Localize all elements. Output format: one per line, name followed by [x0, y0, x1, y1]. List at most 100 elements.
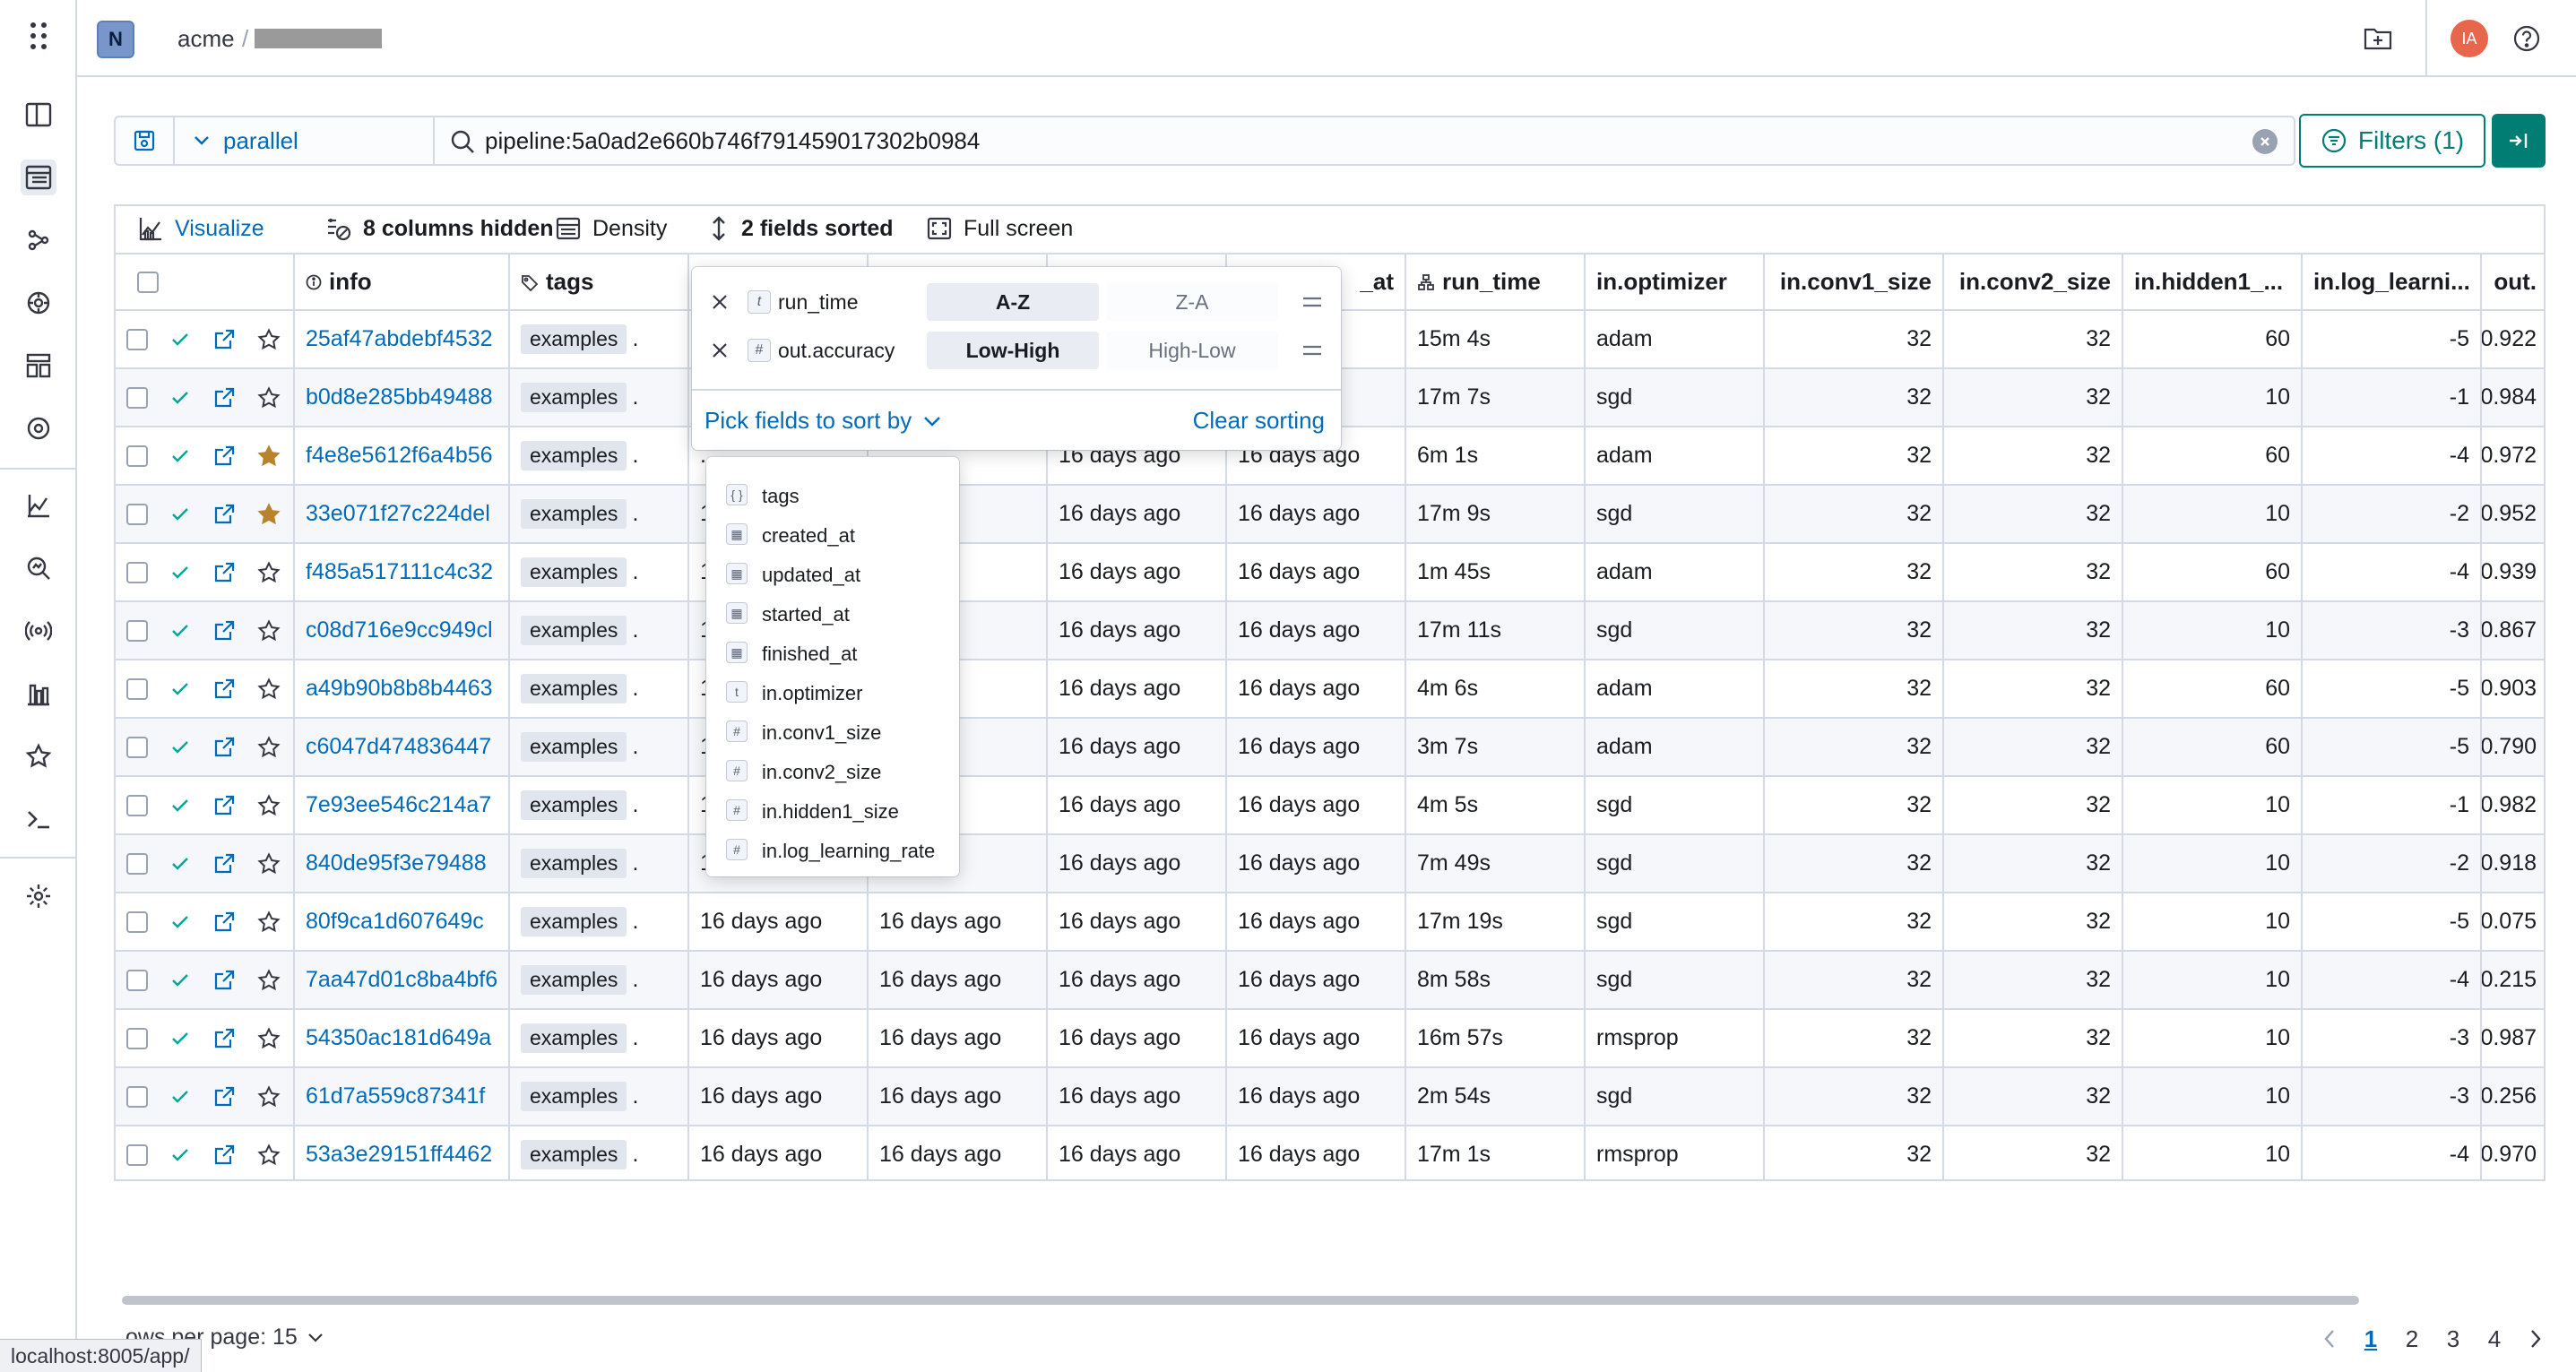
user-avatar[interactable]: IA: [2451, 20, 2488, 57]
field-option[interactable]: # in.conv2_size: [706, 751, 959, 790]
column-header-info[interactable]: info: [295, 255, 510, 309]
star-outline-icon[interactable]: [257, 1143, 281, 1167]
clear-sorting-link[interactable]: Clear sorting: [1193, 407, 1325, 435]
panels-icon[interactable]: [21, 97, 56, 133]
row-select-checkbox[interactable]: [126, 619, 148, 642]
clear-search-icon[interactable]: [2252, 129, 2278, 154]
column-header-out[interactable]: out.: [2482, 255, 2544, 309]
field-option[interactable]: # in.log_learning_rate: [706, 830, 959, 869]
table-row[interactable]: 33e071f27c224delexamples.1ago16 days ago…: [116, 486, 2544, 544]
table-view-icon[interactable]: [21, 160, 56, 195]
new-folder-icon[interactable]: [2357, 18, 2399, 59]
cell-id[interactable]: 54350ac181d649a: [295, 1010, 510, 1066]
tag-badge[interactable]: examples: [521, 557, 627, 587]
broadcast-icon[interactable]: [21, 613, 56, 649]
field-option[interactable]: ▦ started_at: [706, 593, 959, 633]
terminal-icon[interactable]: [21, 801, 56, 837]
table-row[interactable]: a49b90b8b8b4463examples.1ago16 days ago1…: [116, 660, 2544, 719]
cell-id[interactable]: 33e071f27c224del: [295, 486, 510, 542]
star-outline-icon[interactable]: [257, 560, 281, 584]
select-all-checkbox[interactable]: [137, 271, 159, 293]
reports-icon[interactable]: [21, 676, 56, 712]
next-page-icon[interactable]: [2515, 1328, 2556, 1350]
sort-asc-toggle[interactable]: Low-High: [927, 332, 1099, 369]
filters-button[interactable]: Filters (1): [2299, 114, 2485, 168]
drag-handle-icon[interactable]: [1301, 292, 1323, 312]
tag-badge[interactable]: examples: [521, 849, 627, 878]
row-select-checkbox[interactable]: [126, 910, 148, 933]
cell-id[interactable]: f485a517111c4c32: [295, 544, 510, 600]
cell-id[interactable]: c08d716e9cc949cl: [295, 602, 510, 659]
settings-gear-icon[interactable]: [21, 878, 56, 914]
column-header-hidden1-size[interactable]: in.hidden1_...: [2123, 255, 2303, 309]
table-row[interactable]: 54350ac181d649a examples. 16 days ago 16 da…: [116, 1010, 2544, 1068]
open-external-icon[interactable]: [212, 736, 236, 759]
open-external-icon[interactable]: [212, 794, 236, 817]
column-header-optimizer[interactable]: in.optimizer: [1586, 255, 1765, 309]
horizontal-scrollbar[interactable]: [122, 1296, 2359, 1305]
tag-badge[interactable]: examples: [521, 383, 627, 412]
column-header-tags[interactable]: tags: [510, 255, 689, 309]
open-external-icon[interactable]: [212, 969, 236, 992]
dashboard-icon[interactable]: [21, 348, 56, 384]
column-header-run-time[interactable]: run_time: [1406, 255, 1586, 309]
row-select-checkbox[interactable]: [126, 1027, 148, 1049]
search-input[interactable]: [485, 121, 2224, 160]
row-select-checkbox[interactable]: [126, 852, 148, 875]
star-outline-icon[interactable]: [257, 677, 281, 701]
monitoring-icon[interactable]: [21, 410, 56, 446]
favorites-icon[interactable]: [21, 738, 56, 774]
explore-icon[interactable]: [21, 550, 56, 586]
breadcrumb-project-redacted[interactable]: [255, 29, 382, 48]
page-link-1[interactable]: 1: [2350, 1325, 2391, 1353]
table-row[interactable]: c6047d474836447examples.1ago16 days ago1…: [116, 719, 2544, 777]
help-icon[interactable]: [2508, 20, 2546, 57]
cell-id[interactable]: 80f9ca1d607649c: [295, 893, 510, 950]
open-external-icon[interactable]: [212, 386, 236, 410]
breadcrumb-org[interactable]: acme: [177, 25, 235, 53]
cell-id[interactable]: 7aa47d01c8ba4bf6: [295, 952, 510, 1008]
page-link-2[interactable]: 2: [2391, 1325, 2433, 1353]
cell-id[interactable]: 840de95f3e79488: [295, 835, 510, 892]
star-outline-icon[interactable]: [257, 385, 281, 410]
star-filled-icon[interactable]: [257, 502, 281, 526]
sort-fields-button[interactable]: 2 fields sorted: [707, 215, 894, 242]
open-external-icon[interactable]: [212, 503, 236, 526]
tag-badge[interactable]: examples: [521, 324, 627, 354]
table-row[interactable]: 80f9ca1d607649c examples. 16 days ago 16 da…: [116, 893, 2544, 952]
visualize-button[interactable]: Visualize: [137, 215, 264, 242]
tag-badge[interactable]: examples: [521, 790, 627, 820]
row-select-checkbox[interactable]: [126, 328, 148, 350]
sort-asc-toggle[interactable]: A-Z: [927, 283, 1099, 321]
tag-badge[interactable]: examples: [521, 674, 627, 703]
field-option[interactable]: t in.optimizer: [706, 672, 959, 712]
row-select-checkbox[interactable]: [126, 444, 148, 467]
table-row[interactable]: 53a3e29151ff4462 examples. 16 days ago 16 d…: [116, 1126, 2544, 1179]
field-option[interactable]: ▦ updated_at: [706, 554, 959, 593]
models-icon[interactable]: [21, 285, 56, 321]
toggle-panel-button[interactable]: [2492, 114, 2546, 168]
page-link-3[interactable]: 3: [2433, 1325, 2474, 1353]
save-view-button[interactable]: [116, 117, 175, 164]
table-row[interactable]: 7e93ee546c214a7examples.1ago16 days ago1…: [116, 777, 2544, 835]
open-external-icon[interactable]: [212, 328, 236, 351]
workspace-logo[interactable]: N: [97, 21, 134, 58]
density-button[interactable]: Density: [555, 215, 667, 242]
sort-desc-toggle[interactable]: Z-A: [1106, 283, 1278, 321]
open-external-icon[interactable]: [212, 1085, 236, 1109]
drag-handle-icon[interactable]: [1301, 341, 1323, 360]
pick-fields-button[interactable]: Pick fields to sort by: [705, 407, 942, 435]
tag-badge[interactable]: examples: [521, 1023, 627, 1053]
open-external-icon[interactable]: [212, 1027, 236, 1050]
field-option[interactable]: ▦ finished_at: [706, 633, 959, 672]
open-external-icon[interactable]: [212, 444, 236, 468]
star-outline-icon[interactable]: [257, 1084, 281, 1109]
cell-id[interactable]: a49b90b8b8b4463: [295, 660, 510, 717]
tag-badge[interactable]: examples: [521, 1140, 627, 1169]
tag-badge[interactable]: examples: [521, 616, 627, 645]
star-outline-icon[interactable]: [257, 618, 281, 643]
full-screen-button[interactable]: Full screen: [926, 215, 1073, 242]
field-option[interactable]: ▦ created_at: [706, 514, 959, 554]
row-select-checkbox[interactable]: [126, 1143, 148, 1166]
pipeline-icon[interactable]: [21, 222, 56, 258]
